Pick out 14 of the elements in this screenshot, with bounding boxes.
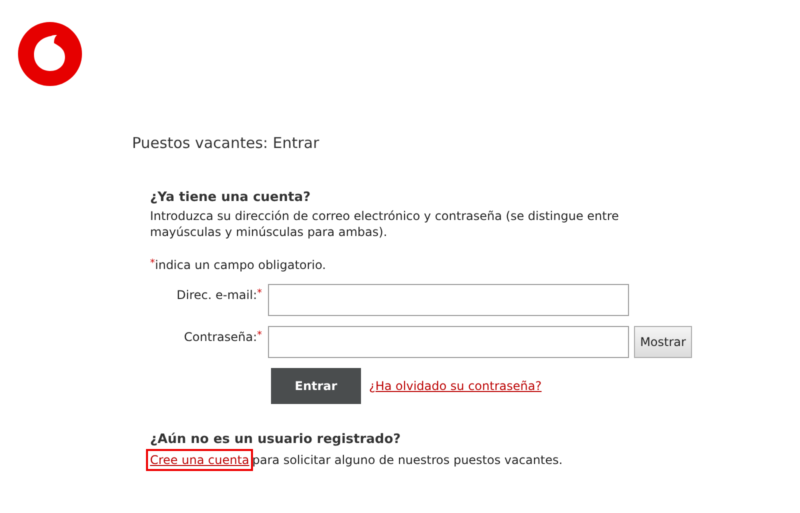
show-button[interactable]: Mostrar [634, 326, 692, 358]
section-heading: ¿Aún no es un usuario registrado? [150, 432, 402, 447]
field-label: Direc. e-mail:* [176, 287, 262, 302]
forgot-password-link[interactable]: ¿Ha olvidado su contraseña? [369, 379, 542, 393]
logo-icon [18, 22, 82, 86]
login-button[interactable]: Entrar [271, 368, 361, 404]
field-label: Contraseña:* [183, 329, 262, 344]
register-text: para solicitar alguno de nuestros puestos vacantes. [252, 453, 563, 467]
intro-text: Introduzca su dirección de correo electrónico y contraseña (se distingue entre mayúsculas y minúsculas para ambas). [150, 208, 620, 240]
required-note: *indica un campo obligatorio. [150, 258, 327, 272]
section-heading: ¿Ya tiene una cuenta? [150, 190, 312, 205]
page-title: Puestos vacantes: Entrar [132, 134, 320, 152]
email-field[interactable] [268, 284, 629, 316]
password-field[interactable] [268, 326, 629, 358]
